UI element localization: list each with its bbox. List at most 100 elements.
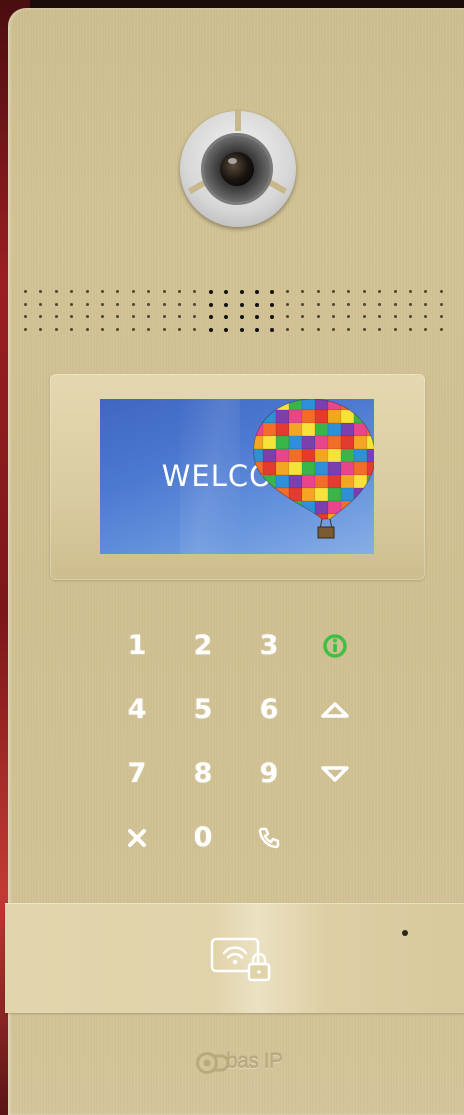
- speaker-hole: [270, 302, 275, 307]
- speaker-hole: [362, 302, 366, 306]
- key-0[interactable]: 0: [183, 818, 223, 858]
- speaker-hole: [193, 290, 197, 293]
- speaker-hole: [101, 315, 104, 318]
- up-button[interactable]: [315, 690, 355, 730]
- speaker-hole: [131, 327, 135, 331]
- nfc-card-lock-icon[interactable]: [210, 937, 274, 985]
- speaker-hole: [208, 290, 213, 294]
- speaker-hole: [178, 302, 181, 306]
- hot-air-balloon-image: [253, 399, 374, 539]
- speaker-hole: [439, 290, 443, 293]
- speaker-hole: [208, 327, 213, 332]
- speaker-hole: [54, 290, 58, 293]
- speaker-hole: [424, 290, 428, 293]
- speaker-hole: [424, 315, 428, 318]
- speaker-hole: [101, 290, 104, 293]
- brand-mark-icon: [196, 1052, 228, 1074]
- key-8[interactable]: 8: [183, 754, 223, 794]
- speaker-hole: [70, 315, 74, 318]
- speaker-hole: [39, 327, 43, 331]
- speaker-hole: [332, 315, 335, 318]
- speaker-hole: [193, 315, 197, 318]
- speaker-hole: [131, 302, 135, 306]
- indicator-led: [402, 930, 408, 936]
- speaker-hole: [255, 302, 259, 307]
- key-6[interactable]: 6: [249, 690, 289, 730]
- speaker-hole: [116, 327, 120, 331]
- speaker-hole: [101, 327, 104, 331]
- brand-name: bas IP: [226, 1050, 283, 1073]
- speaker-hole: [224, 315, 229, 319]
- speaker-hole: [255, 327, 259, 332]
- speaker-hole: [409, 327, 412, 331]
- speaker-hole: [316, 327, 320, 331]
- speaker-hole: [85, 315, 89, 318]
- speaker-hole: [347, 302, 351, 306]
- camera-ring-gap-top: [235, 109, 241, 131]
- speaker-hole: [378, 290, 382, 293]
- speaker-hole: [347, 327, 351, 331]
- speaker-hole: [424, 302, 428, 306]
- speaker-hole: [332, 327, 335, 331]
- cancel-button[interactable]: [117, 818, 157, 858]
- key-1[interactable]: 1: [117, 626, 157, 666]
- speaker-hole: [316, 302, 320, 306]
- display-screen: WELCOME: [100, 399, 374, 554]
- speaker-hole: [301, 327, 305, 331]
- speaker-hole: [162, 302, 166, 306]
- speaker-hole: [239, 315, 244, 319]
- speaker-hole: [178, 290, 181, 293]
- speaker-hole: [255, 315, 259, 319]
- speaker-hole: [316, 315, 320, 318]
- speaker-hole: [54, 302, 58, 306]
- key-5[interactable]: 5: [183, 690, 223, 730]
- speaker-hole: [378, 315, 382, 318]
- speaker-hole: [39, 290, 43, 293]
- speaker-hole: [147, 327, 151, 331]
- key-7[interactable]: 7: [117, 754, 157, 794]
- speaker-hole: [409, 290, 412, 293]
- key-3[interactable]: 3: [249, 626, 289, 666]
- speaker-hole: [424, 327, 428, 331]
- info-button[interactable]: [315, 626, 355, 666]
- speaker-hole: [85, 290, 89, 293]
- speaker-hole: [409, 315, 412, 318]
- down-button[interactable]: [315, 754, 355, 794]
- speaker-hole: [239, 302, 244, 307]
- speaker-hole: [347, 290, 351, 293]
- speaker-hole: [439, 302, 443, 306]
- speaker-hole: [162, 315, 166, 318]
- speaker-hole: [24, 315, 27, 318]
- speaker-hole: [147, 290, 151, 293]
- speaker-hole: [332, 290, 335, 293]
- speaker-hole: [270, 315, 275, 319]
- speaker-hole: [270, 290, 275, 294]
- speaker-hole: [378, 302, 382, 306]
- speaker-hole: [270, 327, 275, 332]
- speaker-hole: [24, 302, 27, 306]
- speaker-hole: [208, 315, 213, 319]
- speaker-hole: [162, 290, 166, 293]
- call-button[interactable]: [249, 818, 289, 858]
- speaker-hole: [301, 315, 305, 318]
- speaker-hole: [332, 302, 335, 306]
- speaker-hole: [393, 290, 397, 293]
- speaker-hole: [116, 290, 120, 293]
- speaker-hole: [131, 290, 135, 293]
- speaker-hole: [239, 327, 244, 332]
- key-2[interactable]: 2: [183, 626, 223, 666]
- speaker-hole: [409, 302, 412, 306]
- speaker-hole: [116, 315, 120, 318]
- speaker-hole: [439, 315, 443, 318]
- speaker-hole: [54, 327, 58, 331]
- brand-logo: bas IP: [196, 1050, 296, 1076]
- speaker-hole: [24, 327, 27, 331]
- speaker-hole: [301, 302, 305, 306]
- speaker-hole: [147, 302, 151, 306]
- speaker-hole: [101, 302, 104, 306]
- speaker-hole: [70, 327, 74, 331]
- speaker-hole: [362, 290, 366, 293]
- key-9[interactable]: 9: [249, 754, 289, 794]
- key-4[interactable]: 4: [117, 690, 157, 730]
- speaker-hole: [301, 290, 305, 293]
